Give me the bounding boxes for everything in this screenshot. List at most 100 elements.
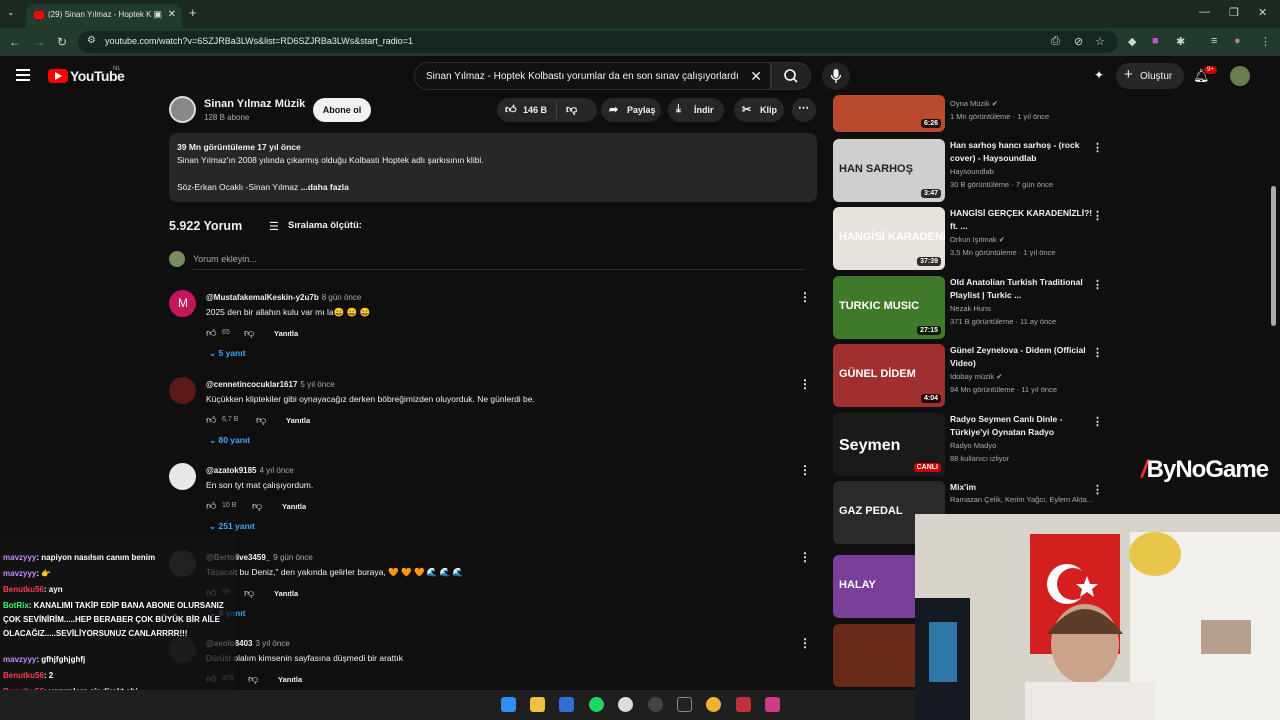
like-icon[interactable]: 👍︎ [206, 414, 216, 426]
video-menu-icon[interactable]: ⋮ [1092, 415, 1103, 428]
reply-button[interactable]: Yanıtla [274, 589, 298, 598]
recommended-video[interactable]: HAN SARHOŞ 3:47 Han sarhoş hancı sarhoş - … [833, 139, 1113, 203]
video-title[interactable]: Radyo Seymen Canlı Dinle - Türkiye'yi Oy… [950, 413, 1100, 439]
page-scrollbar[interactable] [1271, 186, 1276, 326]
obs-icon[interactable] [648, 697, 663, 712]
new-tab-icon[interactable]: + [189, 5, 197, 20]
like-icon[interactable]: 👍︎ [206, 500, 216, 512]
extension-purple-icon[interactable]: ■ [1152, 35, 1159, 47]
comment-menu-icon[interactable]: ⋮ [799, 463, 811, 477]
media-control-icon[interactable]: ≡ [1211, 35, 1217, 47]
extensions-puzzle-icon[interactable]: ✱ [1176, 35, 1185, 48]
dislike-icon[interactable]: 👎︎ [244, 587, 254, 599]
video-channel[interactable]: Haysoundlab [950, 167, 994, 176]
reply-button[interactable]: Yanıtla [278, 675, 302, 684]
comment-menu-icon[interactable]: ⋮ [799, 377, 811, 391]
like-button[interactable]: 👍︎ [505, 103, 517, 116]
like-icon[interactable]: 👍︎ [206, 327, 216, 339]
store-icon[interactable] [559, 697, 574, 712]
comment-author[interactable]: @azatok9185 4 yıl önce [206, 466, 294, 475]
video-channel[interactable]: Nezak Huns [950, 304, 991, 313]
recommended-video[interactable]: GÜNEL DİDEM 4:04 Günel Zeynelova - Didem (… [833, 344, 1113, 408]
video-channel[interactable]: Oyna Müzik ✔ [950, 99, 998, 108]
hamburger-menu-icon[interactable] [16, 69, 30, 81]
sort-icon[interactable]: ☰ [269, 220, 279, 233]
browser-tab[interactable]: (29) Sinan Yılmaz - Hoptek K ▣ ✕ [26, 4, 182, 28]
tab-audio-icon[interactable]: ▣ [153, 9, 162, 20]
video-menu-icon[interactable]: ⋮ [1092, 278, 1103, 291]
extension-diamond-icon[interactable]: ◆ [1128, 35, 1136, 48]
comment-menu-icon[interactable]: ⋮ [799, 550, 811, 564]
dislike-icon[interactable]: 👎︎ [256, 414, 266, 426]
profile-icon[interactable]: ● [1234, 35, 1241, 47]
commenter-avatar[interactable] [169, 377, 196, 404]
maximize-icon[interactable]: ❐ [1229, 6, 1239, 19]
video-title[interactable]: Mix'im [950, 481, 1100, 494]
reply-button[interactable]: Yanıtla [282, 502, 306, 511]
install-icon[interactable]: ⎙ [1051, 35, 1060, 48]
video-menu-icon[interactable]: ⋮ [1092, 483, 1103, 496]
forward-icon[interactable]: → [33, 35, 45, 49]
description-box[interactable]: 39 Mn görüntüleme 17 yıl önce Sinan Yılm… [169, 133, 817, 202]
app-icon[interactable] [618, 697, 633, 712]
channel-name[interactable]: Sinan Yılmaz Müzik [204, 98, 305, 110]
recommended-video[interactable]: HANGİSİ KARADENİZLİ 37:39 HANGİSİ GERÇEK K… [833, 207, 1113, 271]
eye-off-icon[interactable]: ⊘ [1074, 35, 1083, 48]
game-icon[interactable] [736, 697, 751, 712]
video-channel[interactable]: Idobay müzik ✔ [950, 372, 1003, 381]
subscribe-button[interactable]: Abone ol [313, 98, 371, 122]
commenter-avatar[interactable] [169, 463, 196, 490]
file-explorer-icon[interactable] [530, 697, 545, 712]
video-menu-icon[interactable]: ⋮ [1092, 346, 1103, 359]
video-channel[interactable]: Ramazan Çelik, Kerim Yağcı, Eylem Akta..… [950, 495, 1093, 504]
cast-sparkle-icon[interactable]: ✦ [1094, 68, 1104, 82]
sort-button[interactable]: Sıralama ölçütü: [288, 220, 362, 231]
video-title[interactable]: Old Anatolian Turkish Traditional Playli… [950, 276, 1100, 302]
user-avatar[interactable] [1230, 66, 1250, 86]
share-button[interactable]: ➦ Paylaş [601, 98, 661, 122]
reload-icon[interactable]: ↻ [57, 35, 67, 49]
dislike-icon[interactable]: 👎︎ [252, 500, 262, 512]
more-actions-button[interactable]: ⋯ [792, 98, 816, 122]
recommended-video[interactable]: TURKIC MUSIC 27:15 Old Anatolian Turkish T… [833, 276, 1113, 340]
voice-search-button[interactable] [822, 62, 850, 90]
search-input[interactable]: Sinan Yılmaz - Hoptek Kolbastı yorumlar … [414, 62, 771, 90]
video-title[interactable]: Günel Zeynelova - Didem (Official Video) [950, 344, 1100, 370]
view-replies-button[interactable]: ⌄ 251 yanıt [209, 521, 255, 532]
minimize-icon[interactable]: — [1199, 6, 1210, 18]
channel-avatar[interactable] [169, 96, 196, 123]
video-thumbnail[interactable]: HANGİSİ KARADENİZLİ 37:39 [833, 207, 945, 270]
spotify-icon[interactable] [589, 697, 604, 712]
video-title[interactable]: Han sarhoş hancı sarhoş - (rock cover) -… [950, 139, 1100, 165]
show-more-link[interactable]: ...daha fazla [301, 182, 349, 192]
comment-author[interactable]: @MustafakemalKeskin-y2u7b 8 gün önce [206, 293, 361, 302]
video-thumbnail[interactable]: 6:26 [833, 95, 945, 132]
reply-button[interactable]: Yanıtla [274, 329, 298, 338]
add-comment-input[interactable]: Yorum ekleyin... [193, 254, 257, 264]
search-button[interactable] [771, 62, 811, 90]
chrome-icon[interactable] [706, 697, 721, 712]
video-thumbnail[interactable]: TURKIC MUSIC 27:15 [833, 276, 945, 339]
comment-author[interactable]: @cennetincocuklar1617 5 yıl önce [206, 380, 335, 389]
youtube-logo-icon[interactable] [48, 69, 68, 83]
comment-menu-icon[interactable]: ⋮ [799, 636, 811, 650]
video-thumbnail[interactable]: HAN SARHOŞ 3:47 [833, 139, 945, 202]
commenter-avatar[interactable]: M [169, 290, 196, 317]
tab-search-icon[interactable]: ⌄ [7, 7, 15, 18]
create-button[interactable]: + Oluştur [1116, 63, 1184, 89]
video-title[interactable]: HANGİSİ GERÇEK KARADENİZLİ?! ft. ... [950, 207, 1100, 233]
browser-menu-icon[interactable]: ⋮ [1260, 35, 1271, 48]
window-close-icon[interactable]: ✕ [1258, 6, 1267, 19]
epic-games-icon[interactable] [677, 697, 692, 712]
download-button[interactable]: ⤓ İndir [668, 98, 724, 122]
site-info-icon[interactable]: ⚙ [87, 35, 96, 46]
dislike-icon[interactable]: 👎︎ [244, 327, 254, 339]
dislike-button[interactable]: 👎︎ [566, 103, 577, 116]
video-channel[interactable]: Orkun Işıtmak ✔ [950, 235, 1005, 244]
video-thumbnail[interactable]: Seymen CANLI [833, 413, 945, 476]
windows-start-icon[interactable] [501, 697, 516, 712]
dislike-icon[interactable]: 👎︎ [248, 673, 258, 685]
reply-button[interactable]: Yanıtla [286, 416, 310, 425]
video-menu-icon[interactable]: ⋮ [1092, 141, 1103, 154]
tab-close-icon[interactable]: ✕ [168, 9, 176, 20]
